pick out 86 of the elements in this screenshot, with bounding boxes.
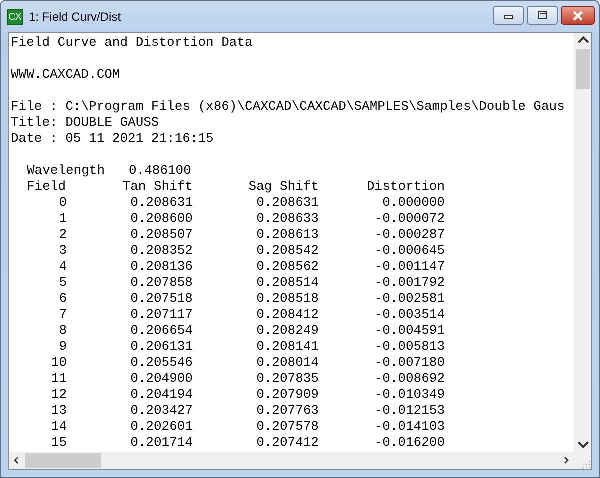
table-cell: 3 xyxy=(59,243,67,259)
table-cell: -0.001792 xyxy=(374,275,445,291)
table-cell: 0.208631 xyxy=(256,195,319,211)
column-header: Sag Shift xyxy=(248,179,319,195)
table-cell: 0.208014 xyxy=(256,355,319,371)
table-cell: 1 xyxy=(59,211,67,227)
maximize-button[interactable] xyxy=(527,6,558,25)
table-cell: 0.208514 xyxy=(256,275,319,291)
table-cell: 0.207518 xyxy=(130,291,193,307)
table-cell: 0.203427 xyxy=(130,403,193,419)
table-cell: 0.000000 xyxy=(382,195,445,211)
minimize-button[interactable] xyxy=(493,6,524,25)
horizontal-scrollbar[interactable] xyxy=(9,452,574,469)
table-cell: -0.008692 xyxy=(374,371,445,387)
table-cell: 12 xyxy=(51,387,67,403)
table-cell: 0.207578 xyxy=(256,419,319,435)
table-cell: 9 xyxy=(59,339,67,355)
table-cell: 13 xyxy=(51,403,67,419)
file-info-line: File : C:\Program Files (x86)\CAXCAD\CAXCAD\SAMPLES\Samples\Double Gaus xyxy=(11,99,565,114)
table-cell: -0.005813 xyxy=(374,339,445,355)
table-cell: -0.010349 xyxy=(374,387,445,403)
scrollbar-thumb[interactable] xyxy=(576,49,590,89)
close-button[interactable] xyxy=(561,6,595,25)
table-cell: -0.000645 xyxy=(374,243,445,259)
wavelength-label: Wavelength xyxy=(27,163,105,179)
table-cell: -0.012153 xyxy=(374,403,445,419)
table-cell: 0.208600 xyxy=(130,211,193,227)
table-cell: 0.208518 xyxy=(256,291,319,307)
file-info-line: Date : 05 11 2021 21:16:15 xyxy=(11,131,214,146)
close-icon xyxy=(571,10,585,22)
table-cell: -0.016200 xyxy=(374,435,445,451)
vertical-scrollbar[interactable] xyxy=(574,33,591,452)
table-cell: 5 xyxy=(59,275,67,291)
report-heading: Field Curve and Distortion Data xyxy=(11,35,253,50)
table-cell: 0.207858 xyxy=(130,275,193,291)
table-cell: -0.000072 xyxy=(374,211,445,227)
table-cell: 0.204194 xyxy=(130,387,193,403)
table-cell: 4 xyxy=(59,259,67,275)
table-cell: 0.208507 xyxy=(130,227,193,243)
table-cell: 15 xyxy=(51,435,67,451)
column-header: Distortion xyxy=(366,179,445,195)
app-icon: CX xyxy=(7,8,23,24)
column-header: Tan Shift xyxy=(122,179,193,195)
table-cell: 0.208249 xyxy=(256,323,319,339)
table-cell: 0.202601 xyxy=(130,419,193,435)
table-cell: 0.205546 xyxy=(130,355,193,371)
table-cell: 0.204900 xyxy=(130,371,193,387)
table-cell: -0.000287 xyxy=(374,227,445,243)
table-cell: -0.014103 xyxy=(374,419,445,435)
table-cell: 7 xyxy=(59,307,67,323)
table-cell: -0.001147 xyxy=(374,259,445,275)
table-cell: -0.007180 xyxy=(374,355,445,371)
scrollbar-thumb[interactable] xyxy=(25,453,101,468)
table-cell: 0.208633 xyxy=(256,211,319,227)
table-cell: 0.208562 xyxy=(256,259,319,275)
table-cell: 8 xyxy=(59,323,67,339)
table-cell: 0.206131 xyxy=(130,339,193,355)
table-cell: 0.208631 xyxy=(130,195,193,211)
table-cell: 14 xyxy=(51,419,67,435)
maximize-icon xyxy=(536,10,548,20)
website-text: WWW.CAXCAD.COM xyxy=(11,67,120,82)
table-cell: 0.208141 xyxy=(256,339,319,355)
table-cell: 0.208613 xyxy=(256,227,319,243)
table-cell: 0.208136 xyxy=(130,259,193,275)
table-cell: 10 xyxy=(51,355,67,371)
table-cell: 0 xyxy=(59,195,67,211)
window-title: 1: Field Curv/Dist xyxy=(29,10,122,24)
table-cell: 0.208352 xyxy=(130,243,193,259)
table-cell: 0.206654 xyxy=(130,323,193,339)
table-cell: 0.207117 xyxy=(130,307,193,323)
table-cell: -0.004591 xyxy=(374,323,445,339)
column-header: Field xyxy=(27,179,66,195)
table-cell: 0.207412 xyxy=(256,435,319,451)
file-info-line: Title: DOUBLE GAUSS xyxy=(11,115,160,130)
wavelength-value: 0.486100 xyxy=(129,163,192,179)
table-cell: 11 xyxy=(51,371,67,387)
table-cell: 6 xyxy=(59,291,67,307)
table-cell: -0.003514 xyxy=(374,307,445,323)
table-cell: 0.208412 xyxy=(256,307,319,323)
table-cell: 0.201714 xyxy=(130,435,193,451)
table-cell: 0.207835 xyxy=(256,371,319,387)
table-cell: 2 xyxy=(59,227,67,243)
table-cell: 0.207763 xyxy=(256,403,319,419)
table-cell: 0.208542 xyxy=(256,243,319,259)
table-cell: -0.002581 xyxy=(374,291,445,307)
table-cell: 0.207909 xyxy=(256,387,319,403)
